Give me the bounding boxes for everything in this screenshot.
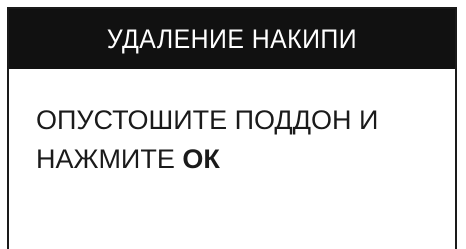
- ok-key-label: ОК: [182, 144, 220, 174]
- screen-title: УДАЛЕНИЕ НАКИПИ: [106, 23, 358, 54]
- display-screen: УДАЛЕНИЕ НАКИПИ ОПУСТОШИТЕ ПОДДОН И НАЖМ…: [7, 7, 457, 249]
- instruction-message: ОПУСТОШИТЕ ПОДДОН И НАЖМИТЕ ОК: [36, 101, 436, 179]
- screen-header: УДАЛЕНИЕ НАКИПИ: [9, 9, 455, 69]
- instruction-line-2: НАЖМИТЕ ОК: [36, 140, 436, 179]
- instruction-line-2-text: НАЖМИТЕ: [36, 144, 183, 174]
- instruction-line-1: ОПУСТОШИТЕ ПОДДОН И: [36, 105, 379, 135]
